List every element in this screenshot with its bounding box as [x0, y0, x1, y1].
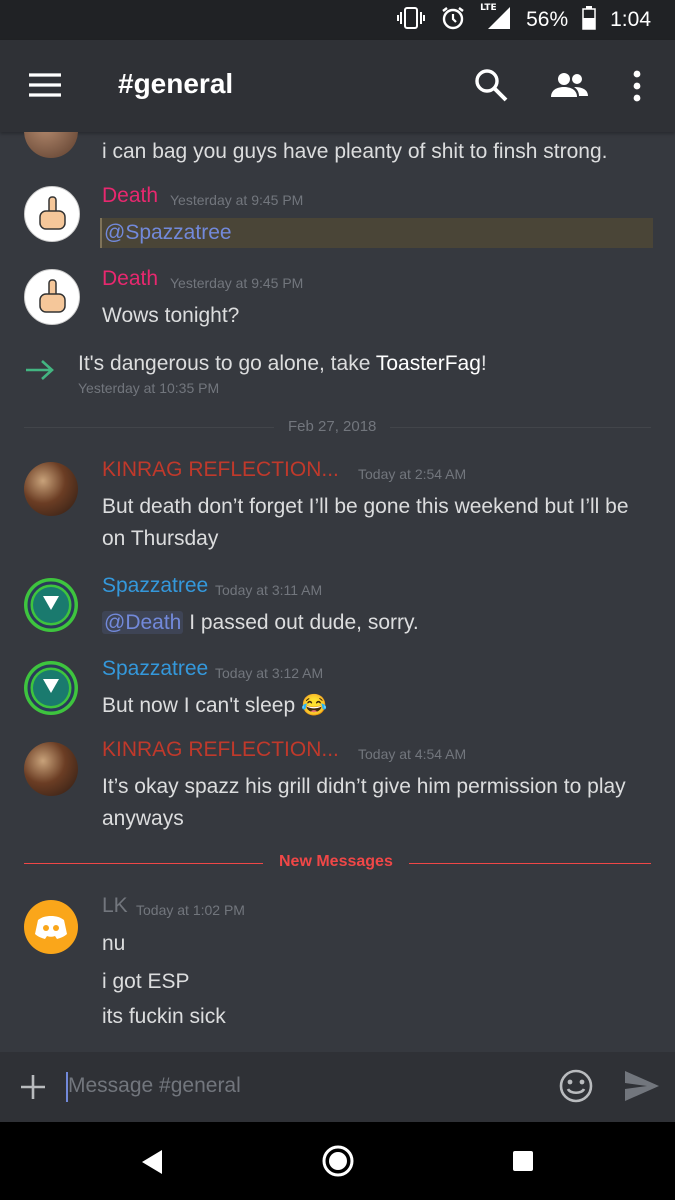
android-nav-bar	[0, 1122, 675, 1200]
message-input[interactable]: Message #general	[68, 1074, 241, 1098]
message-text: its fuckin sick	[102, 1005, 226, 1028]
message-timestamp: Today at 3:11 AM	[215, 582, 323, 598]
message-author[interactable]: Spazzatree	[102, 574, 208, 598]
add-attachment-icon[interactable]	[20, 1074, 46, 1104]
system-message-text: It's dangerous to go alone, take Toaster…	[78, 352, 487, 375]
app-bar: #general	[0, 40, 675, 132]
menu-icon[interactable]	[28, 72, 62, 102]
avatar[interactable]	[24, 900, 78, 954]
new-messages-label: New Messages	[263, 853, 409, 871]
signal-icon: LTE	[480, 3, 512, 35]
avatar[interactable]	[24, 186, 80, 242]
message-text: Wows tonight?	[102, 304, 240, 327]
message-composer: Message #general	[0, 1052, 675, 1122]
message-author[interactable]: Spazzatree	[102, 657, 208, 681]
message-text: But death don’t forget I’ll be gone this…	[102, 495, 629, 550]
battery-icon	[582, 6, 596, 34]
battery-percent: 56%	[526, 8, 569, 31]
user-mention[interactable]: @Spazzatree	[102, 221, 234, 244]
emoji-icon[interactable]	[558, 1068, 594, 1108]
vibrate-icon	[396, 6, 426, 34]
message-author[interactable]: KINRAG REFLECTION...	[102, 738, 339, 762]
recents-icon[interactable]	[512, 1150, 534, 1176]
message-text: i can bag you guys have pleanty of shit …	[102, 140, 608, 163]
avatar[interactable]	[24, 661, 78, 715]
message-author[interactable]: LK	[102, 894, 128, 918]
message-timestamp: Yesterday at 10:35 PM	[78, 380, 220, 396]
avatar[interactable]	[24, 269, 80, 325]
send-icon[interactable]	[624, 1070, 660, 1106]
message-timestamp: Today at 4:54 AM	[358, 746, 467, 762]
clock: 1:04	[610, 8, 651, 31]
message-text: i got ESP	[102, 970, 190, 993]
status-bar: LTE 56% 1:04	[0, 0, 675, 40]
joined-user-name[interactable]: ToasterFag	[376, 352, 481, 375]
message-text: But now I can't sleep 😂	[102, 694, 328, 717]
home-icon[interactable]	[321, 1144, 355, 1182]
join-arrow-icon	[24, 358, 56, 386]
date-divider-label: Feb 27, 2018	[274, 418, 391, 435]
message-timestamp: Today at 3:12 AM	[215, 665, 324, 681]
message-author[interactable]: KINRAG REFLECTION...	[102, 458, 339, 482]
message-author[interactable]: Death	[102, 184, 158, 208]
back-icon[interactable]	[140, 1149, 164, 1179]
message-text: @Death I passed out dude, sorry.	[102, 611, 419, 634]
avatar[interactable]	[24, 132, 78, 158]
avatar[interactable]	[24, 742, 78, 796]
message-timestamp: Yesterday at 9:45 PM	[170, 275, 304, 291]
user-mention[interactable]: @Death	[102, 611, 184, 634]
message-list[interactable]: i can bag you guys have pleanty of shit …	[0, 132, 675, 1052]
search-icon[interactable]	[474, 68, 508, 106]
message-text: @Spazzatree	[102, 217, 645, 249]
avatar[interactable]	[24, 578, 78, 632]
alarm-icon	[440, 5, 466, 35]
message-timestamp: Yesterday at 9:45 PM	[170, 192, 304, 208]
overflow-menu-icon[interactable]	[632, 70, 642, 106]
message-text: It’s okay spazz his grill didn’t give hi…	[102, 775, 626, 830]
message-timestamp: Today at 1:02 PM	[136, 902, 245, 918]
message-timestamp: Today at 2:54 AM	[358, 466, 467, 482]
message-text: nu	[102, 932, 126, 955]
avatar[interactable]	[24, 462, 78, 516]
members-icon[interactable]	[550, 70, 590, 104]
message-author[interactable]: Death	[102, 267, 158, 291]
channel-title: #general	[118, 68, 234, 99]
